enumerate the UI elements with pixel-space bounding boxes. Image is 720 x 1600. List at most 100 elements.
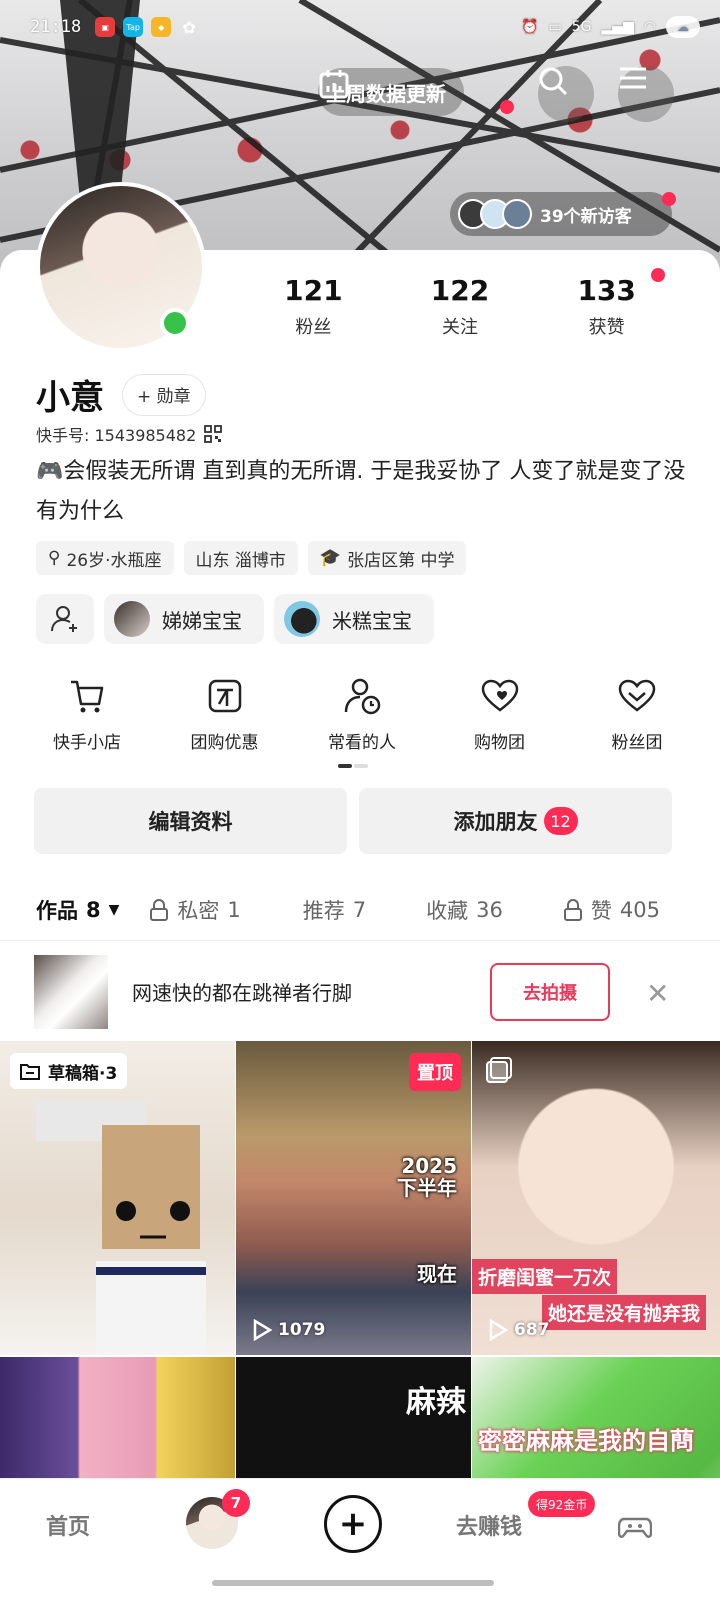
network-label: 5G: [571, 19, 592, 35]
stat-label: 关注: [442, 317, 478, 338]
stat-likes[interactable]: 133 获赞: [533, 268, 680, 339]
overlay-text: 麻辣: [406, 1385, 466, 1420]
profile-tags: ⚲ 26岁·水瓶座 山东 淄博市 🎓 张店区第 中学: [36, 541, 467, 575]
caret-down-icon: ▼: [108, 902, 120, 918]
kuaishou-id[interactable]: 快手号: 1543985482: [36, 422, 223, 446]
stat-value: 122: [430, 274, 490, 307]
draft-box-tile[interactable]: 草稿箱·3: [0, 1041, 235, 1355]
tag-age[interactable]: ⚲ 26岁·水瓶座: [36, 541, 174, 575]
profile-name: 小意: [36, 378, 104, 418]
new-visitors-button[interactable]: 39个新访客: [450, 192, 672, 236]
tag-label: 张店区第 中学: [347, 550, 455, 571]
shoot-suggestion: 网速快的都在跳禅者行脚 去拍摄 ✕: [0, 941, 720, 1041]
tag-school[interactable]: 🎓 张店区第 中学: [307, 541, 467, 575]
play-count: 687: [488, 1319, 550, 1341]
add-medal-button[interactable]: + 勋章: [122, 373, 206, 416]
nav-home[interactable]: 首页: [46, 1509, 90, 1541]
banner-actions: 上周数据更新: [0, 64, 720, 122]
create-button[interactable]: +: [324, 1495, 382, 1553]
status-app-icons: ▣ Tap ◆ ✿: [95, 17, 199, 37]
kuaishou-id-text: 快手号: 1543985482: [36, 426, 197, 445]
friend-list: 娣娣宝宝 米糕宝宝: [36, 594, 434, 644]
video-tile[interactable]: 折磨闺蜜一万次 她还是没有抛弃我 687: [472, 1041, 720, 1355]
tab-label: 私密: [177, 899, 220, 923]
status-time: 21:18: [30, 17, 82, 37]
shortcut-shop[interactable]: 快手小店: [22, 676, 152, 753]
stat-following[interactable]: 122 关注: [387, 274, 534, 339]
battery-icon: ☁: [666, 16, 700, 38]
heart-icon: [618, 679, 656, 712]
shortcut-label: 购物团: [474, 733, 525, 753]
suggestion-text: 网速快的都在跳禅者行脚: [132, 980, 352, 1005]
draft-thumbnail-art: [36, 1101, 206, 1355]
profile-stats: 121 粉丝 122 关注 133 获赞: [240, 268, 680, 339]
tab-label: 赞: [590, 899, 612, 923]
shortcut-label: 团购优惠: [190, 733, 259, 753]
shortcut-fan-group[interactable]: 粉丝团: [572, 676, 702, 753]
tab-private[interactable]: 私密 1: [149, 895, 241, 925]
tag-location[interactable]: 山东 淄博市: [183, 541, 298, 575]
shortcut-row: 快手小店 团购优惠 常看的人 购物团 粉丝团: [22, 676, 702, 753]
suggestion-thumbnail[interactable]: [34, 955, 108, 1029]
add-friend-chip[interactable]: [36, 594, 94, 644]
qrcode-icon[interactable]: [204, 425, 223, 443]
add-friend-label: 添加朋友: [453, 810, 538, 834]
add-friend-badge: 12: [543, 807, 578, 835]
overlay-2025-second-half: 2025 下半年: [397, 1154, 457, 1200]
friend-chip[interactable]: 娣娣宝宝: [104, 594, 264, 644]
tag-label: 26岁·水瓶座: [66, 550, 162, 571]
shortcut-shopping-group[interactable]: 购物团: [435, 676, 565, 753]
friend-avatar: [114, 601, 150, 637]
signal-icon: ▂▄▆: [601, 19, 634, 35]
add-friend-button[interactable]: 添加朋友 12: [359, 788, 672, 854]
stat-label: 粉丝: [295, 317, 332, 338]
overlay-now: 现在: [417, 1262, 457, 1286]
stat-followers[interactable]: 121 粉丝: [240, 274, 387, 339]
play-icon: [489, 1319, 508, 1341]
weekly-dot: [500, 100, 514, 114]
friend-chip[interactable]: 米糕宝宝: [274, 594, 434, 644]
hd-icon: ▭: [548, 19, 562, 35]
shortcut-label: 粉丝团: [611, 733, 663, 753]
pager-dot: [354, 764, 368, 768]
menu-icon: [620, 67, 646, 89]
graduation-cap-icon: 🎓: [319, 548, 342, 568]
tab-label: 推荐: [302, 899, 345, 923]
shortcut-pager: [338, 764, 368, 768]
tab-count: 405: [619, 898, 660, 922]
shortcut-group-buy[interactable]: 团购优惠: [160, 676, 290, 753]
shortcut-frequent[interactable]: 常看的人: [297, 676, 427, 753]
nav-earn[interactable]: 去赚钱: [456, 1509, 522, 1541]
edit-profile-button[interactable]: 编辑资料: [34, 788, 347, 854]
caption-line-1: 折磨闺蜜一万次: [472, 1259, 618, 1294]
search-button[interactable]: [538, 66, 594, 122]
heart-shopping-icon: [481, 679, 518, 712]
play-count-value: 1079: [278, 1320, 326, 1340]
menu-button[interactable]: [618, 66, 674, 122]
tab-liked[interactable]: 赞 405: [563, 895, 660, 925]
close-icon[interactable]: ✕: [646, 977, 669, 1010]
gallery-icon: [486, 1057, 512, 1083]
visitor-avatar: [502, 199, 532, 229]
game-controller-icon[interactable]: [618, 1513, 652, 1541]
wechat-icon: ✿: [182, 17, 196, 37]
visitors-label: 39个新访客: [540, 206, 632, 227]
tab-works[interactable]: 作品 8 ▼: [36, 895, 119, 925]
go-shoot-button[interactable]: 去拍摄: [490, 963, 610, 1021]
tab-favorites[interactable]: 收藏 36: [426, 895, 503, 925]
magnifier-icon: ⚲: [48, 548, 61, 568]
tab-label: 作品: [36, 899, 78, 923]
pager-dot-active: [338, 764, 352, 768]
app-1-icon: ▣: [95, 17, 116, 37]
wifi-icon: ◠: [643, 19, 656, 35]
tab-recommend[interactable]: 推荐 7: [303, 895, 366, 925]
app-3-icon: ◆: [151, 17, 172, 37]
edit-profile-label: 编辑资料: [148, 810, 233, 834]
name-row: 小意 + 勋章: [36, 370, 206, 419]
video-tile[interactable]: 置顶 2025 下半年 现在 1079: [236, 1041, 471, 1355]
status-right: ⏰ ▭ 5G ▂▄▆ ◠ ☁: [521, 16, 700, 38]
cart-icon: [71, 680, 104, 713]
add-user-icon: [51, 606, 77, 632]
weekly-data-button[interactable]: 上周数据更新: [318, 68, 464, 116]
pinned-badge: 置顶: [409, 1053, 461, 1091]
